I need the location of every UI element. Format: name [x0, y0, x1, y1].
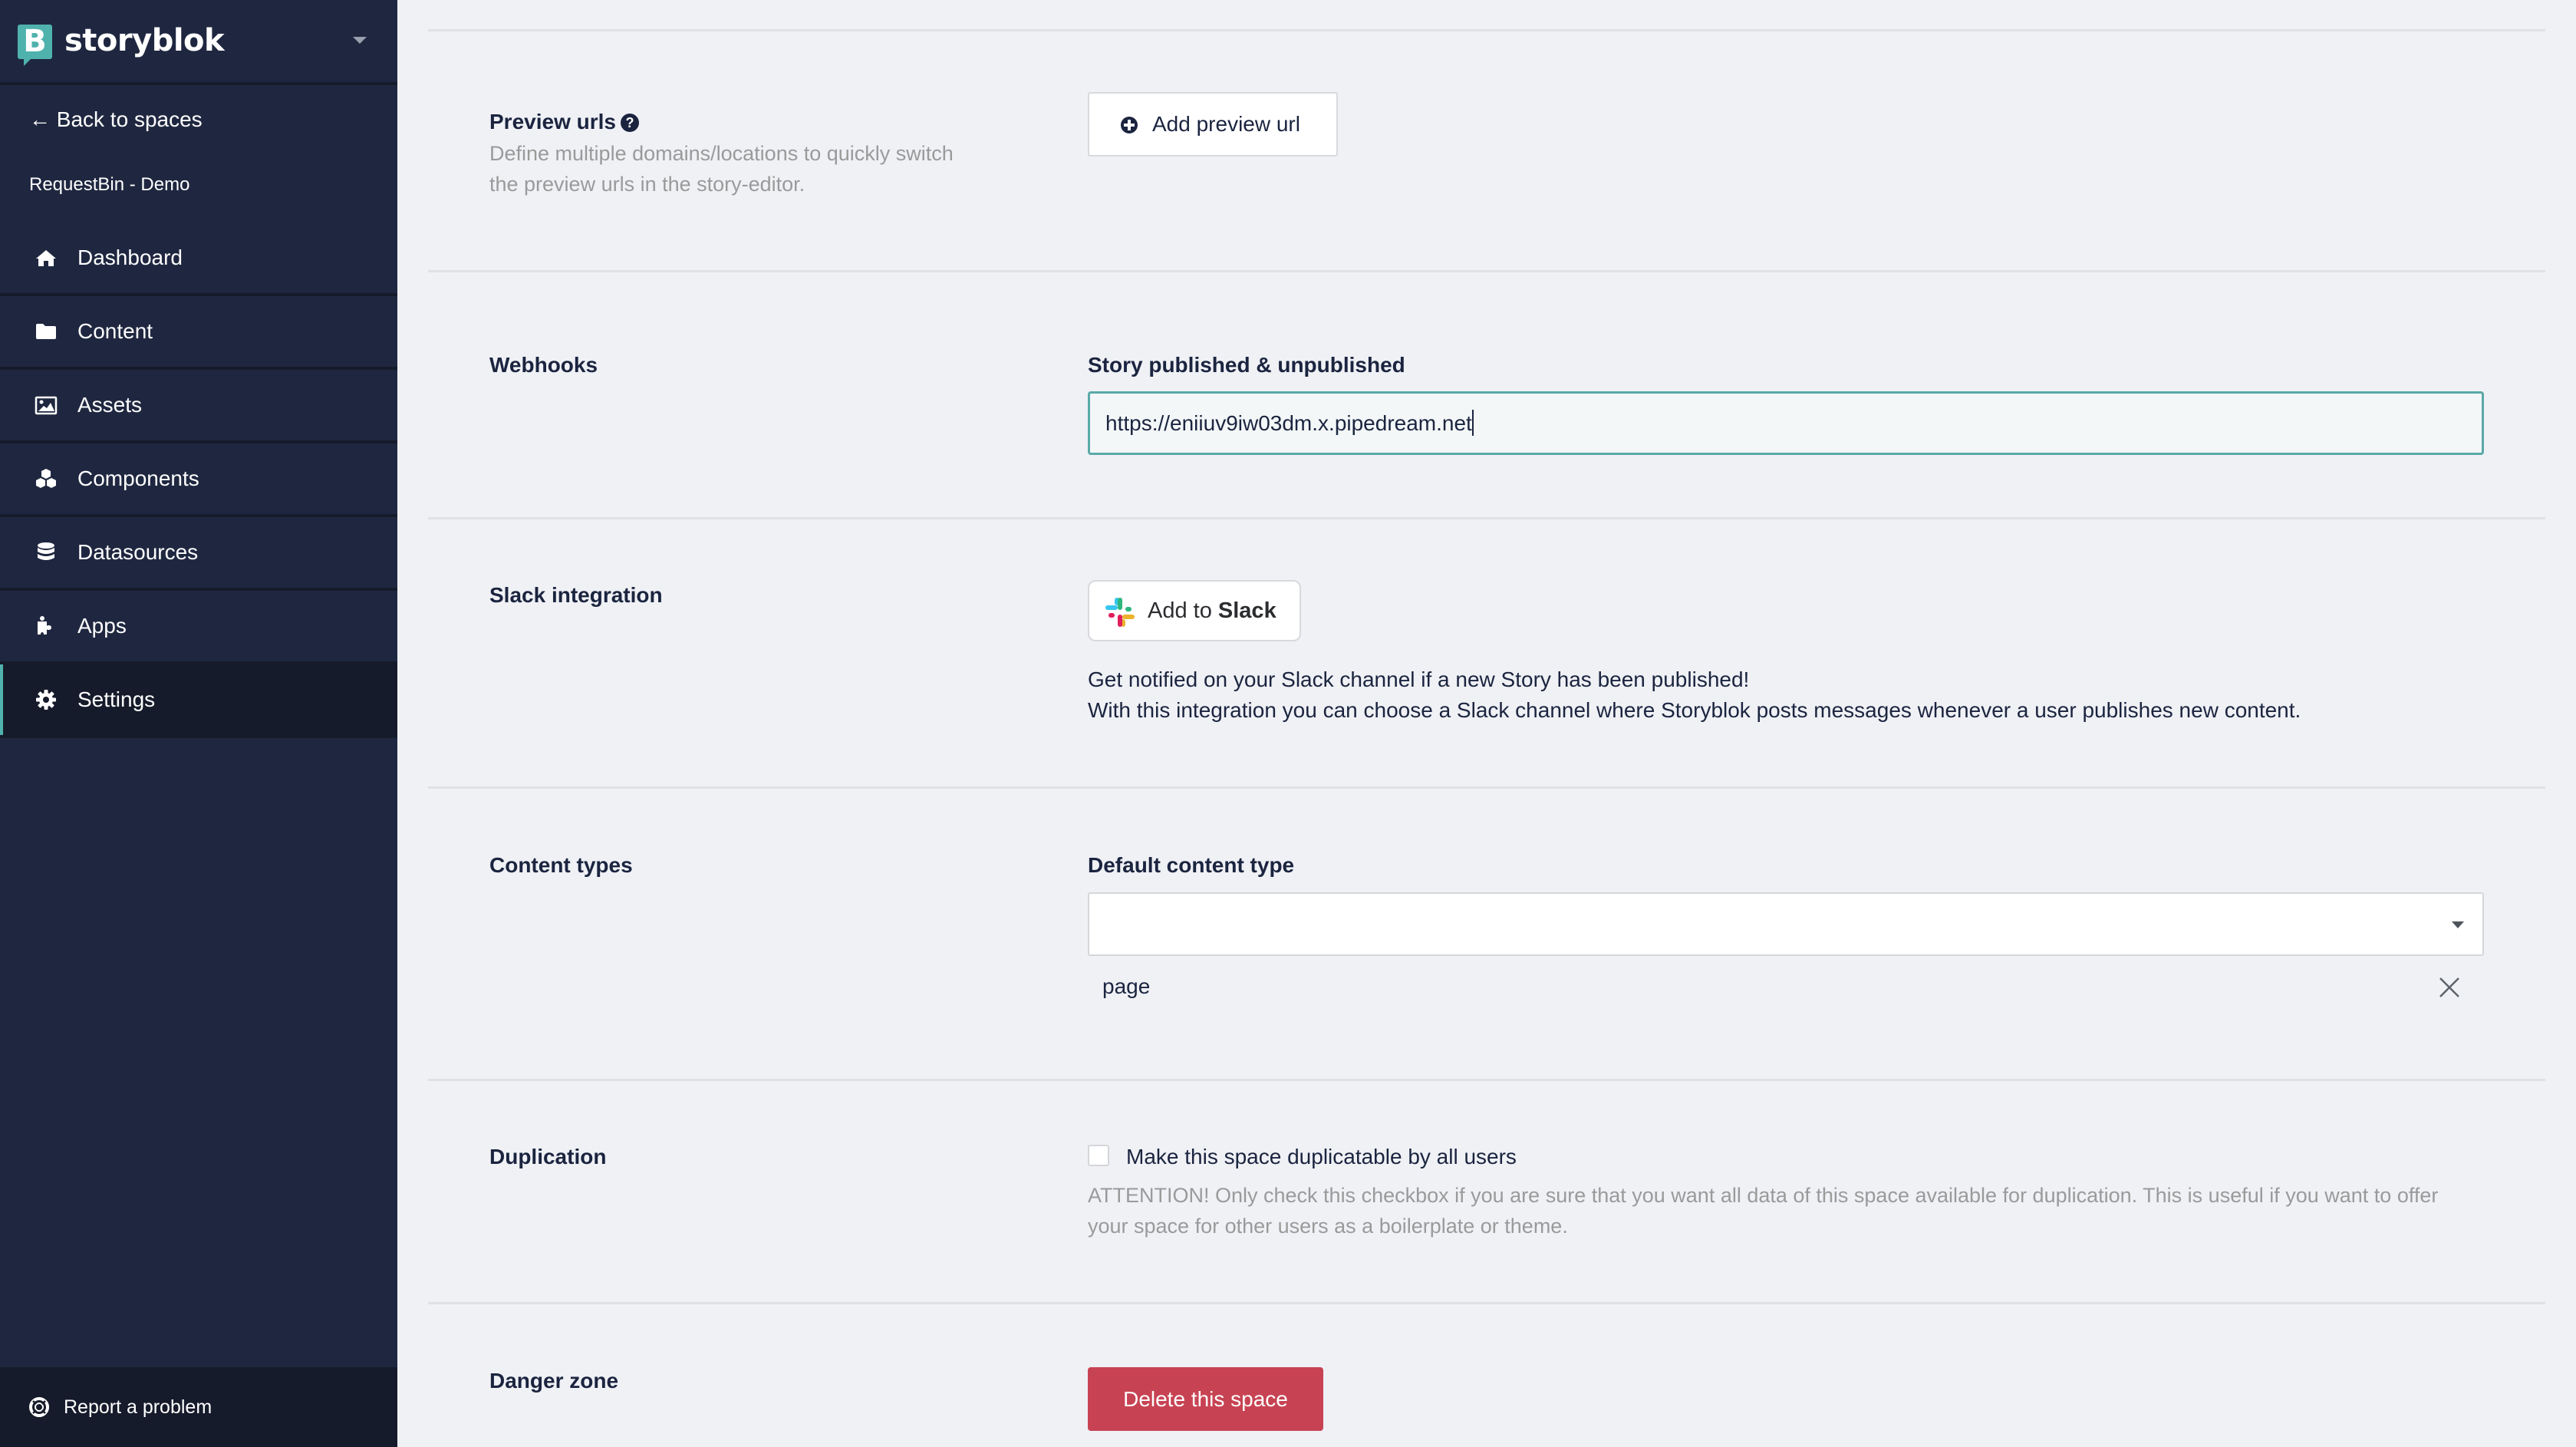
help-icon[interactable]: ? [620, 114, 639, 132]
danger-zone-label: Danger zone [489, 1369, 619, 1393]
webhook-url-value: https://eniiuv9iw03dm.x.pipedream.net [1105, 411, 1472, 435]
slack-notify-text: Get notified on your Slack channel if a … [1088, 667, 1750, 691]
sidebar-item-label: Components [77, 466, 199, 490]
sidebar-item-label: Datasources [77, 540, 199, 564]
add-to-slack-label: Add to Slack [1148, 598, 1276, 623]
add-to-slack-button[interactable]: Add to Slack [1088, 580, 1301, 641]
sidebar-item-content[interactable]: Content [0, 296, 397, 370]
close-icon[interactable] [2438, 976, 2461, 999]
slack-integration-label: Slack integration [489, 583, 663, 607]
sidebar-header: B storyblok [0, 0, 397, 85]
sidebar-item-label: Content [77, 319, 153, 343]
section-divider [428, 1079, 2545, 1081]
folder-icon [36, 324, 56, 339]
sidebar-item-dashboard[interactable]: Dashboard [0, 222, 397, 296]
section-divider [428, 786, 2545, 789]
chevron-down-icon [2452, 921, 2464, 928]
report-problem-link[interactable]: Report a problem [64, 1392, 212, 1422]
puzzle-icon [38, 616, 51, 635]
sidebar-item-assets[interactable]: Assets [0, 370, 397, 443]
sidebar-item-apps[interactable]: Apps [0, 591, 397, 664]
logo-tail [24, 58, 31, 66]
space-switcher-caret-icon[interactable] [353, 37, 367, 44]
webhook-field-label: Story published & unpublished [1088, 353, 1405, 377]
content-types-label: Content types [489, 853, 633, 877]
sidebar-item-label: Assets [77, 393, 143, 417]
slack-description-text: With this integration you can choose a S… [1088, 698, 2301, 722]
sidebar-item-label: Apps [77, 614, 127, 638]
sidebar-item-label: Dashboard [77, 246, 183, 269]
duplicatable-checkbox[interactable] [1088, 1145, 1109, 1166]
sidebar-nav: Dashboard Content Assets Components Data… [0, 222, 397, 738]
section-divider [428, 29, 2545, 31]
text-cursor [1471, 410, 1474, 436]
delete-space-button[interactable]: Delete this space [1088, 1367, 1323, 1431]
sidebar-item-label: Settings [77, 687, 156, 711]
content-type-tag: page [1102, 974, 1151, 998]
brand-name: storyblok [64, 23, 225, 58]
duplication-warning: ATTENTION! Only check this checkbox if y… [1088, 1184, 2439, 1238]
default-content-type-label: Default content type [1088, 853, 1295, 877]
plus-circle-icon [1121, 117, 1138, 133]
duplication-label: Duplication [489, 1145, 607, 1168]
section-divider [428, 270, 2545, 272]
webhook-url-input[interactable]: https://eniiuv9iw03dm.x.pipedream.net [1088, 391, 2484, 455]
section-divider [428, 517, 2545, 519]
sidebar-item-datasources[interactable]: Datasources [0, 517, 397, 591]
default-content-type-select[interactable] [1088, 892, 2484, 956]
lifebuoy-icon [29, 1397, 49, 1417]
add-preview-url-label: Add preview url [1152, 112, 1300, 136]
storyblok-logo-icon: B [18, 25, 52, 59]
webhooks-label: Webhooks [489, 353, 598, 377]
sidebar: B storyblok ← Back to spaces RequestBin … [0, 0, 397, 1447]
back-to-spaces-link[interactable]: ← Back to spaces [29, 104, 203, 135]
image-icon [35, 396, 58, 415]
sidebar-item-components[interactable]: Components [0, 443, 397, 517]
duplicatable-checkbox-label[interactable]: Make this space duplicatable by all user… [1126, 1142, 1517, 1172]
slack-logo-icon [1105, 598, 1135, 627]
cubes-icon [36, 469, 56, 488]
home-icon [36, 250, 56, 266]
space-name: RequestBin - Demo [29, 174, 190, 195]
preview-urls-description: Define multiple domains/locations to qui… [489, 142, 954, 196]
preview-urls-label: Preview urls? [489, 107, 639, 137]
database-icon [38, 542, 54, 560]
add-preview-url-button[interactable]: Add preview url [1088, 92, 1338, 157]
sidebar-item-settings[interactable]: Settings [0, 664, 397, 738]
sidebar-footer: Report a problem [0, 1367, 397, 1447]
gear-icon [36, 690, 56, 710]
section-divider [428, 1302, 2545, 1304]
